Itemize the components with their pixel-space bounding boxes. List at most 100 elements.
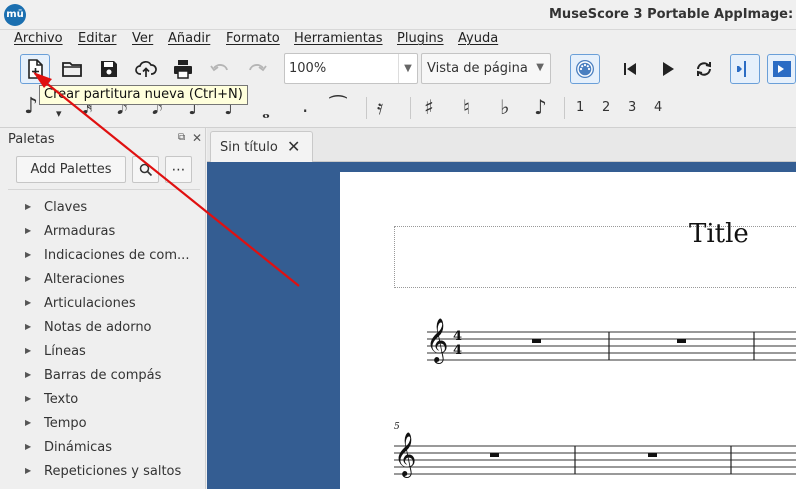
menu-herramientas[interactable]: Herramientas bbox=[294, 31, 383, 46]
play-icon bbox=[663, 62, 674, 76]
float-panel-icon[interactable]: ⧉ bbox=[178, 132, 185, 143]
palette-item-lineas[interactable]: ▶ Líneas bbox=[0, 340, 206, 364]
loop-button[interactable] bbox=[689, 54, 719, 84]
separator bbox=[564, 97, 565, 119]
whole-note-icon[interactable]: 𝅝 bbox=[262, 100, 270, 122]
palettes-title: Paletas bbox=[8, 132, 55, 147]
tab-label: Sin título bbox=[220, 140, 278, 155]
expand-arrow-icon[interactable]: ▶ bbox=[25, 346, 31, 355]
palette-list: ▶ Claves ▶ Armaduras ▶ Indicaciones de com.… bbox=[0, 196, 206, 484]
rewind-icon bbox=[624, 63, 636, 75]
palette-item-tempo[interactable]: ▶ Tempo bbox=[0, 412, 206, 436]
save-button[interactable] bbox=[94, 54, 124, 84]
tab-sin-titulo[interactable]: Sin título ✕ bbox=[210, 131, 313, 163]
palette-item-alteraciones[interactable]: ▶ Alteraciones bbox=[0, 268, 206, 292]
score-canvas[interactable]: Title 𝄞 4 4 5 𝄞 bbox=[207, 162, 796, 489]
expand-arrow-icon[interactable]: ▶ bbox=[25, 250, 31, 259]
palette-item-label: Líneas bbox=[44, 344, 86, 359]
expand-arrow-icon[interactable]: ▶ bbox=[25, 418, 31, 427]
chevron-down-icon[interactable]: ▼ bbox=[398, 54, 417, 83]
redo-button[interactable] bbox=[242, 54, 272, 84]
whole-rest bbox=[490, 453, 499, 457]
palettes-panel: Paletas ⧉ ✕ Add Palettes ⋯ ▶ Claves ▶ Arma… bbox=[0, 128, 206, 489]
upload-button[interactable] bbox=[131, 54, 161, 84]
new-score-button[interactable] bbox=[20, 54, 50, 84]
palette-item-label: Indicaciones de com... bbox=[44, 248, 190, 263]
expand-arrow-icon[interactable]: ▶ bbox=[25, 370, 31, 379]
close-icon[interactable]: ✕ bbox=[287, 137, 300, 156]
note-input-icon[interactable]: ♪ bbox=[24, 96, 38, 118]
expand-arrow-icon[interactable]: ▶ bbox=[25, 274, 31, 283]
sharp-icon[interactable]: ♯ bbox=[424, 96, 434, 118]
playback-cursor-button[interactable] bbox=[730, 54, 760, 84]
tie-icon[interactable]: ⁀ bbox=[330, 96, 346, 118]
menu-archivo[interactable]: Archivo bbox=[14, 31, 63, 46]
rewind-button[interactable] bbox=[615, 54, 645, 84]
voice-3-button[interactable]: 3 bbox=[628, 100, 636, 115]
score-tab-bar: Sin título ✕ bbox=[207, 128, 796, 163]
treble-clef-icon[interactable]: 𝄞 bbox=[426, 318, 448, 362]
play-button[interactable] bbox=[652, 54, 682, 84]
palette-item-barras-de-compas[interactable]: ▶ Barras de compás bbox=[0, 364, 206, 388]
palette-more-button[interactable]: ⋯ bbox=[165, 156, 192, 183]
undo-button[interactable] bbox=[205, 54, 235, 84]
palette-item-armaduras[interactable]: ▶ Armaduras bbox=[0, 220, 206, 244]
midi-input-button[interactable] bbox=[570, 54, 600, 84]
expand-arrow-icon[interactable]: ▶ bbox=[25, 442, 31, 451]
palette-item-repeticiones-y-saltos[interactable]: ▶ Repeticiones y saltos bbox=[0, 460, 206, 484]
expand-arrow-icon[interactable]: ▶ bbox=[25, 202, 31, 211]
close-icon[interactable]: ✕ bbox=[192, 131, 202, 145]
search-icon bbox=[139, 163, 152, 176]
natural-icon[interactable]: ♮ bbox=[463, 96, 470, 118]
open-button[interactable] bbox=[57, 54, 87, 84]
menu-ver[interactable]: Ver bbox=[132, 31, 153, 46]
expand-arrow-icon[interactable]: ▶ bbox=[25, 394, 31, 403]
palette-item-indicaciones-de-compas[interactable]: ▶ Indicaciones de com... bbox=[0, 244, 206, 268]
palette-item-label: Barras de compás bbox=[44, 368, 162, 383]
palette-item-texto[interactable]: ▶ Texto bbox=[0, 388, 206, 412]
expand-arrow-icon[interactable]: ▶ bbox=[25, 298, 31, 307]
separator bbox=[410, 97, 411, 119]
palette-item-articulaciones[interactable]: ▶ Articulaciones bbox=[0, 292, 206, 316]
menu-editar[interactable]: Editar bbox=[78, 31, 117, 46]
divider bbox=[8, 189, 200, 190]
pan-button[interactable] bbox=[767, 54, 796, 84]
dot-icon[interactable]: . bbox=[302, 94, 308, 116]
palette-item-dinamicas[interactable]: ▶ Dinámicas bbox=[0, 436, 206, 460]
menu-formato[interactable]: Formato bbox=[226, 31, 280, 46]
palette-item-claves[interactable]: ▶ Claves bbox=[0, 196, 206, 220]
new-score-tooltip: Crear partitura nueva (Ctrl+N) bbox=[39, 85, 248, 105]
menu-bar: Archivo Editar Ver Añadir Formato Herram… bbox=[0, 30, 796, 50]
flat-icon[interactable]: ♭ bbox=[500, 96, 509, 118]
print-button[interactable] bbox=[168, 54, 198, 84]
zoom-combobox[interactable]: 100% ▼ bbox=[284, 53, 418, 84]
expand-arrow-icon[interactable]: ▶ bbox=[25, 466, 31, 475]
voice-2-button[interactable]: 2 bbox=[602, 100, 610, 115]
undo-icon bbox=[210, 64, 228, 72]
flip-icon[interactable]: ♪ bbox=[534, 96, 547, 118]
expand-arrow-icon[interactable]: ▶ bbox=[25, 322, 31, 331]
palette-item-notas-de-adorno[interactable]: ▶ Notas de adorno bbox=[0, 316, 206, 340]
rest-icon[interactable]: 𝄿 bbox=[377, 96, 383, 118]
menu-anadir[interactable]: Añadir bbox=[168, 31, 210, 46]
menu-ayuda[interactable]: Ayuda bbox=[458, 31, 498, 46]
zoom-value[interactable]: 100% bbox=[289, 61, 326, 76]
expand-arrow-icon[interactable]: ▶ bbox=[25, 226, 31, 235]
musescore-logo-icon[interactable]: mū bbox=[4, 4, 26, 26]
time-signature-icon[interactable]: 44 bbox=[453, 330, 462, 358]
voice-4-button[interactable]: 4 bbox=[654, 100, 662, 115]
palette-item-label: Dinámicas bbox=[44, 440, 112, 455]
voice-1-button[interactable]: 1 bbox=[576, 100, 584, 115]
chevron-down-icon[interactable]: ▾ bbox=[56, 103, 62, 125]
save-icon bbox=[101, 61, 117, 77]
view-mode-select[interactable]: Vista de página ▼ bbox=[421, 53, 551, 84]
add-palettes-button[interactable]: Add Palettes bbox=[16, 156, 126, 183]
treble-clef-icon[interactable]: 𝄞 bbox=[394, 432, 416, 476]
playback-cursor-icon bbox=[737, 61, 746, 77]
view-mode-value: Vista de página bbox=[427, 61, 528, 76]
menu-plugins[interactable]: Plugins bbox=[397, 31, 444, 46]
staff-lines-system-1 bbox=[427, 331, 796, 361]
palette-search-button[interactable] bbox=[132, 156, 159, 183]
whole-rest bbox=[677, 339, 686, 343]
score-page[interactable]: Title 𝄞 4 4 5 𝄞 bbox=[340, 172, 796, 489]
